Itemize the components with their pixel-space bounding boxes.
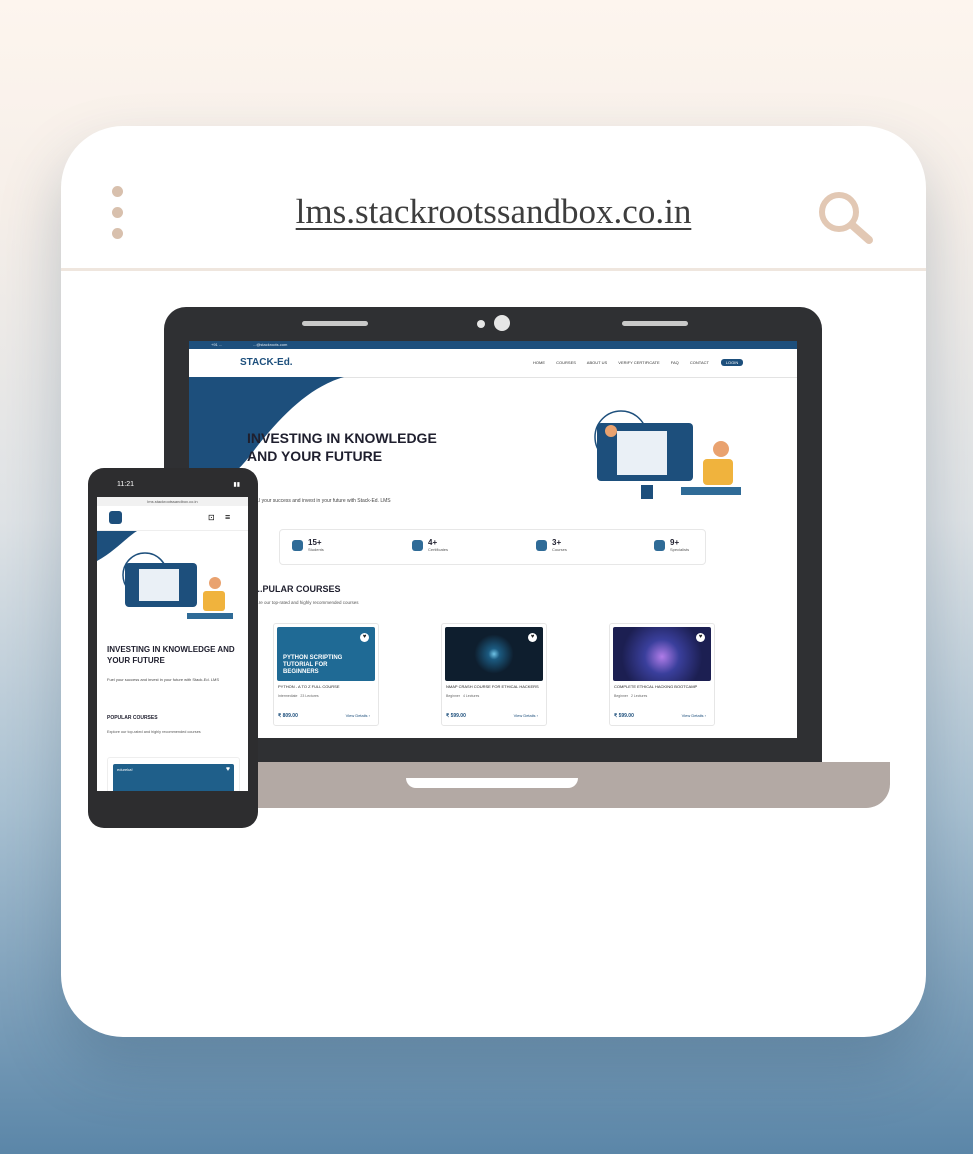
certificate-icon [412,540,423,551]
laptop-screen: +91 ... ...@stackroots.com STACK-Ed. HOM… [189,341,797,738]
course-price: ₹ 809.00 [278,713,298,719]
url-card: lms.stackrootssandbox.co.in +91 ... ...@… [61,126,926,1037]
phone-popular-title: POPULAR COURSES [107,715,158,721]
popular-courses-subtitle: ...re our top-rated and highly recommend… [255,600,359,605]
view-details-link[interactable]: View Details › [346,713,370,718]
stat-courses: 3+ Courses [536,538,567,552]
heart-icon[interactable]: ♥ [696,633,705,642]
site-logo-icon[interactable] [109,511,122,524]
course-meta: Beginner 2 Lectures [614,694,648,698]
cart-icon[interactable]: ⊡ [208,513,215,522]
phone-hero-subtitle: Fuel your success and invest in your fut… [107,677,220,682]
course-card[interactable]: ♥ COMPLETE ETHICAL HACKING BOOTCAMP Begi… [609,623,715,726]
course-title: COMPLETE ETHICAL HACKING BOOTCAMP [614,684,698,689]
phone-hero-illustration [97,531,233,619]
popular-courses-title: ...PULAR COURSES [255,584,341,594]
course-meta: Beginner 4 Lectures [446,694,480,698]
student-icon [292,540,303,551]
address-bar: lms.stackrootssandbox.co.in [61,126,926,271]
graduation-cap-icon [536,540,547,551]
course-price: ₹ 599.00 [614,713,634,719]
camera-dot [477,320,485,328]
stat-students: 15+ Students [292,538,324,552]
view-details-link[interactable]: View Details › [682,713,706,718]
camera-lens [494,315,510,331]
hero-title: INVESTING IN KNOWLEDGE AND YOUR FUTURE [247,430,437,464]
nav-contact[interactable]: CONTACT [690,360,709,365]
site-topbar: +91 ... ...@stackroots.com [189,341,797,349]
kebab-menu-icon[interactable] [111,186,125,246]
hamburger-menu-icon[interactable]: ≡ [225,512,230,522]
phone-url[interactable]: lms.stackrootssandbox.co.in [97,497,248,506]
course-meta: Intermediate 23 Lectures [278,694,319,698]
site-logo[interactable]: STACK-Ed. [240,357,293,368]
battery-icon: ▮▮ [233,482,240,488]
course-price: ₹ 599.00 [446,713,466,719]
speaker-grille [622,321,688,326]
speaker-grille [302,321,368,326]
course-title: NMAP CRASH COURSE FOR ETHICAL HACKERS [446,684,539,689]
hero-illustration [594,410,741,499]
phone-course-thumbnail: edureka! ♥ [113,764,234,791]
topbar-phone: +91 ... [211,342,223,347]
phone-course-card[interactable]: edureka! ♥ [107,757,240,791]
stat-specialists: 9+ Specialists [654,538,689,552]
search-icon[interactable] [815,188,875,248]
nav-verify[interactable]: VERIFY CERTIFICATE [618,360,659,365]
phone-hero-title: INVESTING IN KNOWLEDGE AND YOUR FUTURE [107,645,235,665]
course-thumbnail: PYTHON SCRIPTING TUTORIAL FOR BEGINNERS … [277,627,375,681]
nav-courses[interactable]: COURSES [556,360,576,365]
course-title: PYTHON - A TO Z FULL COURSE [278,684,340,689]
specialist-icon [654,540,665,551]
course-card[interactable]: PYTHON SCRIPTING TUTORIAL FOR BEGINNERS … [273,623,379,726]
phone-status-bar: 11:21 ▮▮ [97,478,248,494]
phone-time: 11:21 [117,481,134,488]
phone-screen: lms.stackrootssandbox.co.in ⊡ ≡ INVESTIN… [97,497,248,791]
site-nav-links: HOME COURSES ABOUT US VERIFY CERTIFICATE… [533,360,719,365]
course-thumbnail: ♥ [613,627,711,681]
phone-popular-subtitle: Explore our top-rated and highly recomme… [107,730,201,734]
view-details-link[interactable]: View Details › [514,713,538,718]
nav-about[interactable]: ABOUT US [587,360,607,365]
stat-certificates: 4+ Certificates [412,538,448,552]
site-navbar: STACK-Ed. HOME COURSES ABOUT US VERIFY C… [189,349,797,378]
topbar-email: ...@stackroots.com [253,342,288,347]
laptop-notch [406,778,578,788]
heart-icon[interactable]: ♥ [226,766,230,773]
heart-icon[interactable]: ♥ [360,633,369,642]
nav-faq[interactable]: FAQ [671,360,679,365]
hero-subtitle: ...l your success and invest in your fut… [255,498,391,504]
url-link[interactable]: lms.stackrootssandbox.co.in [211,192,776,232]
course-card[interactable]: ♥ NMAP CRASH COURSE FOR ETHICAL HACKERS … [441,623,547,726]
login-button[interactable]: LOGIN [721,359,743,366]
card-brand: edureka! [117,767,133,772]
phone-navbar: ⊡ ≡ [97,506,248,531]
heart-icon[interactable]: ♥ [528,633,537,642]
nav-home[interactable]: HOME [533,360,545,365]
stats-bar: 15+ Students 4+ Certificates 3+ Courses 9+ S… [279,529,706,565]
course-thumbnail: ♥ [445,627,543,681]
thumb-caption: PYTHON SCRIPTING TUTORIAL FOR BEGINNERS [283,655,343,675]
